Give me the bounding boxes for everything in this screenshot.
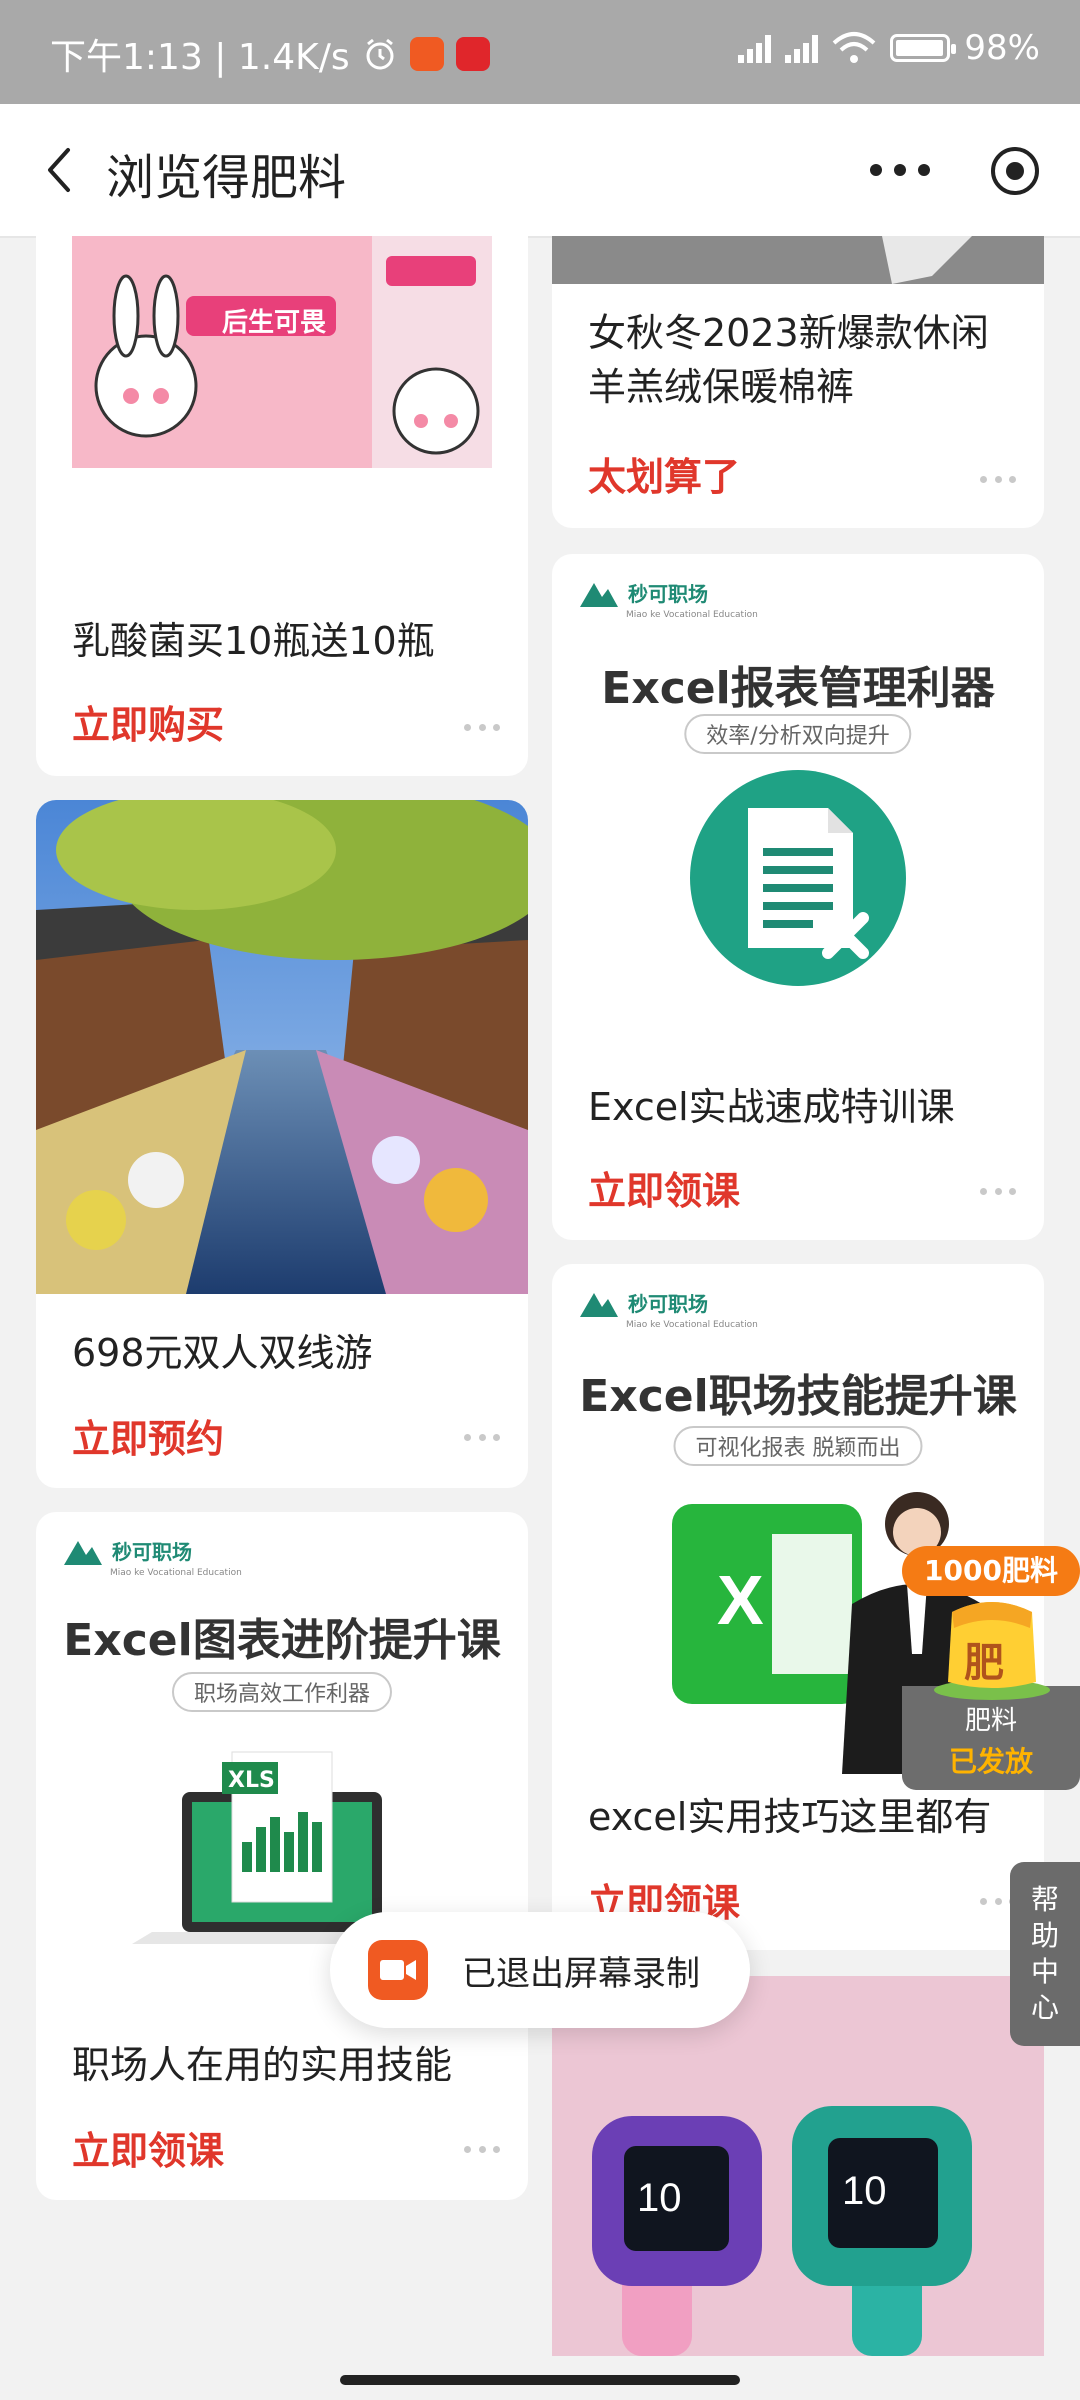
brand-logo: 秒可职场 bbox=[580, 1288, 708, 1317]
brand-mountain-icon bbox=[580, 1292, 618, 1317]
title-bar: 浏览得肥料 bbox=[0, 104, 1080, 238]
brand-logo: 秒可职场 bbox=[64, 1536, 192, 1565]
product-image-river-town bbox=[36, 800, 528, 1294]
reward-badge[interactable]: 肥 1000肥料 肥料 已发放 bbox=[902, 1546, 1080, 1790]
news-app-icon bbox=[455, 37, 490, 71]
brand-name: 秒可职场 bbox=[628, 582, 708, 606]
more-options-icon[interactable] bbox=[464, 1434, 500, 1442]
promo-title: Excel职场技能提升课 bbox=[579, 1371, 1017, 1422]
toast-text: 已退出屏幕录制 bbox=[462, 1953, 700, 1994]
video-camera-icon bbox=[368, 1940, 428, 2000]
help-center-char: 帮 bbox=[1030, 1883, 1059, 1916]
svg-text:10: 10 bbox=[842, 2169, 887, 2213]
cta-button[interactable]: 太划算了 bbox=[588, 446, 740, 501]
product-image-yogurt bbox=[72, 236, 492, 468]
product-card-excel-report[interactable]: 秒可职场 Miao ke Vocational Education Excel报… bbox=[552, 554, 1044, 1240]
brand-subtitle: Miao ke Vocational Education bbox=[626, 1320, 758, 1330]
brand-mountain-icon bbox=[580, 582, 618, 607]
more-options-icon[interactable] bbox=[464, 724, 500, 732]
status-left: 下午1:13 | 1.4K/s bbox=[50, 28, 490, 80]
wifi-icon bbox=[833, 32, 876, 63]
cta-button[interactable]: 立即领课 bbox=[72, 2120, 224, 2175]
more-options-icon[interactable] bbox=[980, 476, 1016, 484]
cta-button[interactable]: 立即领课 bbox=[588, 1160, 740, 1215]
brand-logo: 秒可职场 bbox=[580, 578, 708, 607]
product-name: 乳酸菌买10瓶送10瓶 bbox=[72, 619, 435, 663]
brand-name: 秒可职场 bbox=[628, 1292, 708, 1316]
reward-amount: 1000肥料 bbox=[902, 1546, 1080, 1596]
product-name: 女秋冬2023新爆款休闲羊羔绒保暖棉裤 bbox=[588, 311, 989, 409]
product-card-travel[interactable]: 698元双人双线游 立即预约 bbox=[36, 800, 528, 1488]
promo-tagline: 可视化报表 脱颖而出 bbox=[673, 1426, 923, 1466]
brand-name: 秒可职场 bbox=[112, 1540, 192, 1564]
product-image-brand-text: 后生可畏 bbox=[222, 308, 327, 338]
brand-mountain-icon bbox=[64, 1540, 102, 1565]
brand-subtitle: Miao ke Vocational Education bbox=[110, 1568, 242, 1578]
help-center-char: 助 bbox=[1030, 1919, 1059, 1952]
battery-fill bbox=[896, 40, 944, 56]
signal-hd-2-icon bbox=[785, 33, 819, 63]
cta-button[interactable]: 立即购买 bbox=[72, 694, 224, 749]
help-center-char: 中 bbox=[1030, 1955, 1059, 1988]
chevron-left-icon[interactable] bbox=[36, 144, 88, 196]
status-bar: 下午1:13 | 1.4K/s 98% bbox=[0, 0, 1080, 104]
status-time: 下午1:13 | 1.4K/s bbox=[50, 37, 350, 78]
reward-label: 肥料 bbox=[964, 1706, 1017, 1736]
product-name: Excel实战速成特训课 bbox=[588, 1085, 955, 1129]
product-card-watch[interactable]: 10 10 bbox=[552, 1976, 1044, 2356]
svg-text:10: 10 bbox=[637, 2176, 682, 2220]
reward-status: 已发放 bbox=[948, 1745, 1033, 1778]
help-center-char: 心 bbox=[1030, 1991, 1059, 2024]
product-name: 698元双人双线游 bbox=[72, 1331, 373, 1375]
fertilizer-bag-label: 肥 bbox=[964, 1640, 1004, 1686]
cta-button[interactable]: 立即预约 bbox=[72, 1408, 224, 1463]
more-dots-icon[interactable] bbox=[870, 148, 930, 192]
svg-text:X: X bbox=[717, 1561, 764, 1639]
product-card-pants[interactable]: 女秋冬2023新爆款休闲羊羔绒保暖棉裤 太划算了 bbox=[552, 236, 1044, 528]
battery-icon bbox=[890, 34, 957, 62]
screen-record-app-icon bbox=[409, 37, 444, 71]
document-excel-icon bbox=[690, 770, 906, 986]
brand-subtitle: Miao ke Vocational Education bbox=[626, 610, 758, 620]
xls-label: XLS bbox=[228, 1768, 275, 1793]
more-options-icon[interactable] bbox=[980, 1188, 1016, 1196]
alarm-icon bbox=[366, 38, 394, 70]
product-image-kids-watch: 10 10 bbox=[552, 1976, 1044, 2356]
help-center-tab[interactable]: 帮助中心 bbox=[1010, 1862, 1080, 2046]
product-card-yogurt[interactable]: 后生可畏 乳酸菌买10瓶送10瓶 立即购买 bbox=[36, 236, 528, 776]
promo-title: Excel报表管理利器 bbox=[601, 663, 995, 714]
product-card-excel-chart[interactable]: 秒可职场 Miao ke Vocational Education Excel图… bbox=[36, 1512, 528, 2200]
promo-tagline: 效率/分析双向提升 bbox=[684, 714, 912, 754]
status-right: 98% bbox=[738, 28, 1040, 68]
product-name: excel实用技巧这里都有 bbox=[588, 1795, 992, 1839]
page-title: 浏览得肥料 bbox=[106, 150, 347, 206]
signal-hd-1-icon bbox=[738, 33, 772, 63]
product-name: 职场人在用的实用技能 bbox=[72, 2043, 453, 2087]
promo-tagline: 职场高效工作利器 bbox=[171, 1672, 393, 1712]
product-image-pants bbox=[552, 236, 1044, 284]
battery-percent: 98% bbox=[964, 28, 1040, 68]
promo-title: Excel图表进阶提升课 bbox=[63, 1615, 501, 1666]
more-options-icon[interactable] bbox=[464, 2146, 500, 2154]
toast-notification: 已退出屏幕录制 bbox=[330, 1912, 750, 2028]
home-indicator[interactable] bbox=[340, 2375, 740, 2385]
target-icon[interactable] bbox=[988, 144, 1042, 198]
